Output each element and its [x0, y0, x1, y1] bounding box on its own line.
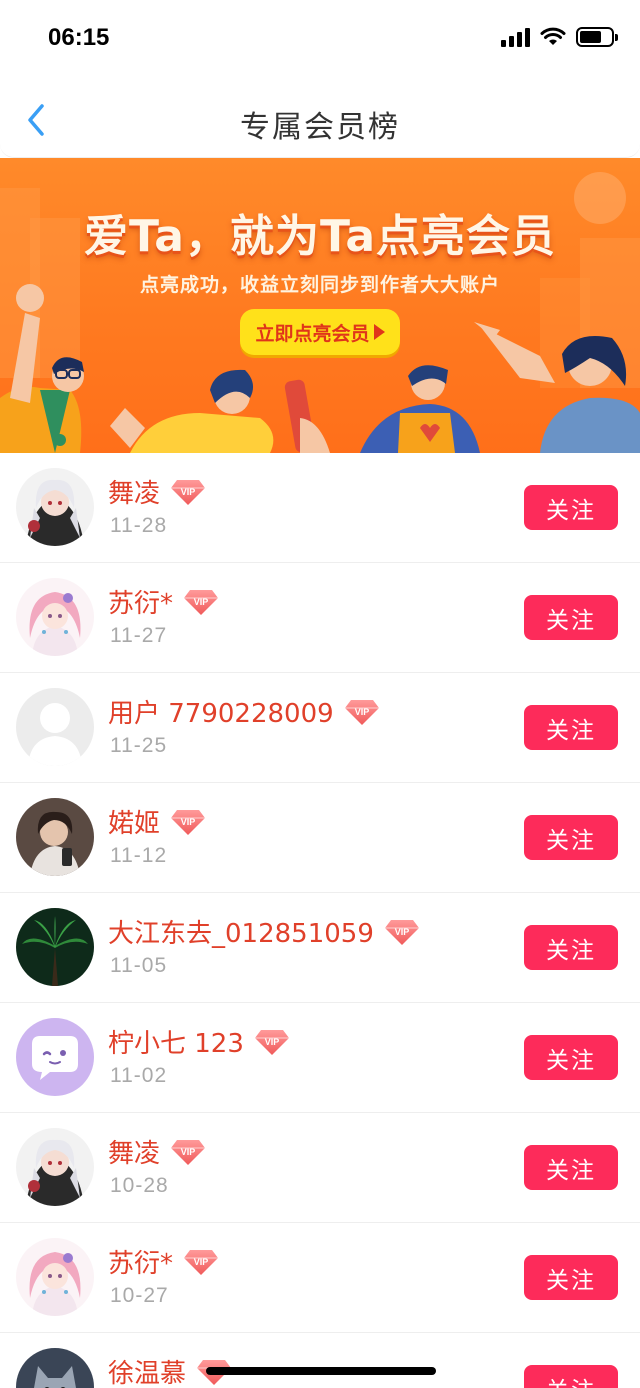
navigation-bar: 专属会员榜 [0, 80, 640, 158]
member-name[interactable]: 苏衍* [108, 583, 173, 620]
member-name[interactable]: 柠小七 123 [108, 1023, 244, 1060]
member-row: 徐温慕 VIP 关注 [0, 1333, 640, 1388]
member-row: 苏衍* VIP 10-27 关注 [0, 1223, 640, 1333]
follow-button[interactable]: 关注 [524, 485, 618, 530]
follow-button[interactable]: 关注 [524, 1365, 618, 1388]
banner-title: 爱Ta，就为Ta点亮会员 [83, 211, 557, 262]
member-date: 11-28 [110, 514, 168, 537]
status-time: 06:15 [48, 24, 110, 51]
member-row: 婼姬 VIP 11-12 关注 [0, 783, 640, 893]
battery-icon [576, 27, 618, 47]
name-line: 柠小七 123 VIP [108, 1023, 290, 1060]
vip-badge-icon: VIP [184, 1249, 219, 1275]
svg-text:VIP: VIP [181, 817, 196, 827]
follow-button[interactable]: 关注 [524, 595, 618, 640]
member-row: 大江东去_012851059 VIP 11-05 关注 [0, 893, 640, 1003]
svg-text:VIP: VIP [181, 1147, 196, 1157]
follow-button[interactable]: 关注 [524, 1035, 618, 1080]
light-up-membership-button[interactable]: 立即点亮会员 [240, 309, 400, 355]
member-date: 11-02 [110, 1064, 168, 1087]
avatar[interactable] [16, 1348, 94, 1388]
member-name[interactable]: 大江东去_012851059 [108, 913, 374, 950]
follow-button[interactable]: 关注 [524, 705, 618, 750]
wifi-icon [540, 27, 566, 45]
member-row: 舞凌 VIP 10-28 关注 [0, 1113, 640, 1223]
vip-badge-icon: VIP [171, 809, 206, 835]
member-row: 柠小七 123 VIP 11-02 关注 [0, 1003, 640, 1113]
member-name[interactable]: 用户 7790228009 [108, 693, 334, 730]
avatar[interactable] [16, 688, 94, 766]
vip-badge-icon: VIP [344, 699, 379, 725]
member-date: 11-27 [110, 624, 168, 647]
banner-subtitle: 点亮成功，收益立刻同步到作者大大账户 [139, 274, 500, 296]
follow-button[interactable]: 关注 [524, 1255, 618, 1300]
member-row: 舞凌 VIP 11-28 关注 [0, 453, 640, 563]
member-row: 用户 7790228009 VIP 11-25 关注 [0, 673, 640, 783]
name-line: 用户 7790228009 VIP [108, 693, 380, 730]
member-date: 10-27 [110, 1284, 169, 1307]
vip-badge-icon: VIP [254, 1029, 289, 1055]
svg-text:VIP: VIP [181, 487, 196, 497]
battery-level [580, 31, 601, 43]
avatar[interactable] [16, 1238, 94, 1316]
avatar[interactable] [16, 908, 94, 986]
member-name[interactable]: 苏衍* [108, 1243, 173, 1280]
name-line: 婼姬 VIP [108, 803, 206, 840]
page-title: 专属会员榜 [240, 110, 400, 145]
member-list: 舞凌 VIP 11-28 关注 苏衍* VIP 11-27 关注 用户 7790… [0, 453, 640, 1388]
svg-text:VIP: VIP [354, 707, 369, 717]
name-line: 苏衍* VIP [108, 583, 219, 620]
vip-badge-icon: VIP [171, 1139, 206, 1165]
member-date: 11-25 [110, 734, 168, 757]
member-date: 11-05 [110, 954, 168, 977]
name-line: 舞凌 VIP [108, 1133, 206, 1170]
status-bar: 06:15 [0, 0, 640, 80]
status-icons [501, 27, 618, 47]
follow-button[interactable]: 关注 [524, 815, 618, 860]
member-name[interactable]: 舞凌 [108, 473, 160, 510]
promo-banner[interactable]: 爱Ta，就为Ta点亮会员 点亮成功，收益立刻同步到作者大大账户 立即点亮会员 [0, 158, 640, 453]
cta-label: 立即点亮会员 [255, 322, 370, 345]
vip-badge-icon: VIP [171, 479, 206, 505]
play-arrow-icon [373, 324, 385, 340]
svg-text:VIP: VIP [265, 1037, 280, 1047]
avatar[interactable] [16, 578, 94, 656]
member-date: 10-28 [110, 1174, 169, 1197]
vip-badge-icon: VIP [184, 589, 219, 615]
member-name[interactable]: 婼姬 [108, 803, 160, 840]
avatar[interactable] [16, 1128, 94, 1206]
member-date: 11-12 [110, 844, 168, 867]
avatar[interactable] [16, 798, 94, 876]
member-row: 苏衍* VIP 11-27 关注 [0, 563, 640, 673]
member-name[interactable]: 舞凌 [108, 1133, 160, 1170]
follow-button[interactable]: 关注 [524, 1145, 618, 1190]
avatar[interactable] [16, 468, 94, 546]
vip-badge-icon: VIP [384, 919, 419, 945]
member-name[interactable]: 徐温慕 [108, 1353, 186, 1388]
svg-text:VIP: VIP [194, 1257, 209, 1267]
cellular-signal-icon [501, 27, 530, 47]
home-indicator [206, 1367, 436, 1375]
svg-text:VIP: VIP [194, 597, 209, 607]
name-line: 舞凌 VIP [108, 473, 206, 510]
name-line: 大江东去_012851059 VIP [108, 913, 420, 950]
follow-button[interactable]: 关注 [524, 925, 618, 970]
name-line: 苏衍* VIP [108, 1243, 219, 1280]
avatar[interactable] [16, 1018, 94, 1096]
svg-text:VIP: VIP [395, 927, 410, 937]
